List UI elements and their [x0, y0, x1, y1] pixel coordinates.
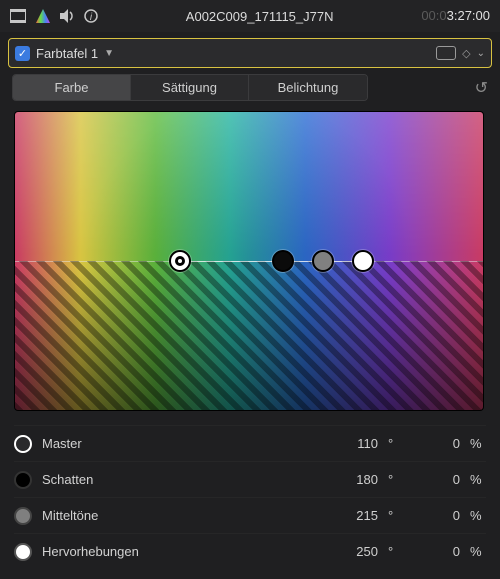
tab-exposure[interactable]: Belichtung [249, 75, 367, 100]
correction-name: Farbtafel 1 [36, 46, 98, 61]
timecode-hours-dim: 00:0 [421, 8, 446, 23]
angle-value[interactable]: 180 [332, 472, 378, 487]
tabs-row: Farbe Sättigung Belichtung ↺ [0, 74, 500, 101]
amount-value[interactable]: 0 [414, 508, 460, 523]
degree-unit: ° [388, 544, 404, 559]
color-board-container [14, 111, 486, 411]
puck-highlights[interactable] [352, 250, 374, 272]
chevron-down-icon[interactable]: ▼ [104, 48, 114, 59]
lower-hatch [15, 261, 483, 410]
inspector-header: i A002C009_171115_J77N 00:03:27:00 [0, 0, 500, 32]
percent-unit: % [470, 508, 486, 523]
correction-enabled-checkbox[interactable]: ✓ [15, 46, 30, 61]
parameter-list: Master 110 ° 0 % Schatten 180 ° 0 % Mitt… [0, 425, 500, 569]
param-label: Hervorhebungen [42, 544, 322, 559]
keyframe-icon[interactable]: ◇ [462, 47, 470, 60]
param-row-shadows: Schatten 180 ° 0 % [14, 461, 486, 497]
audio-icon[interactable] [60, 9, 74, 23]
timecode-rest: 3:27:00 [447, 8, 490, 23]
angle-value[interactable]: 215 [332, 508, 378, 523]
clip-title: A002C009_171115_J77N [108, 9, 411, 24]
swatch-midtones[interactable] [14, 507, 32, 525]
tab-saturation[interactable]: Sättigung [131, 75, 249, 100]
degree-unit: ° [388, 508, 404, 523]
degree-unit: ° [388, 436, 404, 451]
swatch-highlights[interactable] [14, 543, 32, 561]
filmstrip-icon[interactable] [10, 9, 26, 23]
param-label: Schatten [42, 472, 322, 487]
mask-icon[interactable] [436, 46, 456, 60]
amount-value[interactable]: 0 [414, 544, 460, 559]
param-row-midtones: Mitteltöne 215 ° 0 % [14, 497, 486, 533]
color-icon[interactable] [36, 9, 50, 23]
percent-unit: % [470, 472, 486, 487]
swatch-master[interactable] [14, 435, 32, 453]
color-board[interactable] [14, 111, 484, 411]
timecode: 00:03:27:00 [421, 8, 490, 24]
swatch-shadows[interactable] [14, 471, 32, 489]
percent-unit: % [470, 436, 486, 451]
angle-value[interactable]: 250 [332, 544, 378, 559]
tab-color[interactable]: Farbe [13, 75, 131, 100]
amount-value[interactable]: 0 [414, 472, 460, 487]
param-label: Mitteltöne [42, 508, 322, 523]
angle-value[interactable]: 110 [332, 436, 378, 451]
degree-unit: ° [388, 472, 404, 487]
info-icon[interactable]: i [84, 9, 98, 23]
param-label: Master [42, 436, 322, 451]
board-tabs: Farbe Sättigung Belichtung [12, 74, 368, 101]
chevron-down-icon[interactable]: ⌄ [477, 48, 485, 59]
reset-icon[interactable]: ↺ [475, 78, 488, 98]
param-row-master: Master 110 ° 0 % [14, 425, 486, 461]
puck-midtones[interactable] [312, 250, 334, 272]
param-row-highlights: Hervorhebungen 250 ° 0 % [14, 533, 486, 569]
puck-master[interactable] [169, 250, 191, 272]
correction-selector[interactable]: ✓ Farbtafel 1 ▼ ◇ ⌄ [8, 38, 492, 68]
puck-shadows[interactable] [272, 250, 294, 272]
amount-value[interactable]: 0 [414, 436, 460, 451]
percent-unit: % [470, 544, 486, 559]
